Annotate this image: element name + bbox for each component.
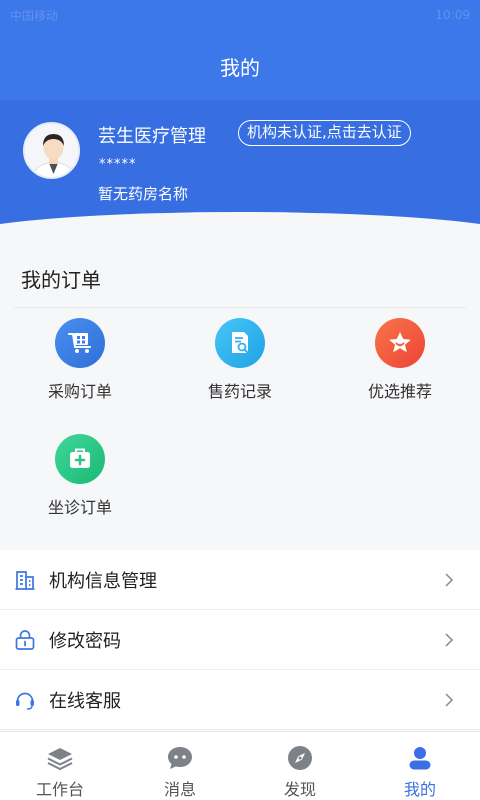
order-purchase[interactable]: 采购订单 xyxy=(20,318,140,402)
settings-menu: 机构信息管理 修改密码 在线客服 xyxy=(0,550,480,730)
chat-icon xyxy=(166,744,194,772)
header: 中国移动 10:09 我的 xyxy=(0,0,480,226)
order-recommend[interactable]: 优选推荐 xyxy=(340,318,460,402)
layers-icon xyxy=(46,744,74,772)
tab-label: 工作台 xyxy=(35,780,84,799)
chevron-right-icon xyxy=(445,573,454,587)
lock-icon xyxy=(14,629,36,651)
status-bar: 中国移动 10:09 xyxy=(0,0,480,30)
tab-discover[interactable]: 发现 xyxy=(240,732,360,800)
order-sales-record[interactable]: 售药记录 xyxy=(180,318,300,402)
menu-org-info[interactable]: 机构信息管理 xyxy=(0,550,480,610)
cart-icon xyxy=(55,318,105,368)
masked-account: ***** xyxy=(99,157,137,172)
chevron-right-icon xyxy=(445,693,454,707)
status-time: 10:09 xyxy=(435,8,470,22)
order-label: 坐诊订单 xyxy=(47,498,112,517)
menu-change-password[interactable]: 修改密码 xyxy=(0,610,480,670)
avatar[interactable] xyxy=(23,122,80,179)
tab-mine[interactable]: 我的 xyxy=(360,732,480,800)
pharmacy-name: 暂无药房名称 xyxy=(98,185,189,203)
org-name: 芸生医疗管理 xyxy=(98,126,206,147)
menu-label: 机构信息管理 xyxy=(49,570,157,592)
document-search-icon xyxy=(215,318,265,368)
tab-label: 我的 xyxy=(403,780,436,799)
orders-divider xyxy=(14,307,466,308)
user-icon xyxy=(406,744,434,772)
status-carrier: 中国移动 xyxy=(10,8,59,23)
menu-label: 在线客服 xyxy=(49,690,121,712)
star-icon xyxy=(375,318,425,368)
order-label: 优选推荐 xyxy=(367,382,432,401)
medical-kit-icon xyxy=(55,434,105,484)
order-label: 售药记录 xyxy=(207,382,272,401)
tab-messages[interactable]: 消息 xyxy=(120,732,240,800)
tab-workbench[interactable]: 工作台 xyxy=(0,732,120,800)
compass-icon xyxy=(286,744,314,772)
order-label: 采购订单 xyxy=(47,382,112,401)
tab-label: 发现 xyxy=(283,780,316,799)
tab-bar: 工作台 消息 发现 我的 xyxy=(0,731,480,800)
headset-icon xyxy=(14,689,36,711)
order-clinic[interactable]: 坐诊订单 xyxy=(20,434,140,518)
tab-label: 消息 xyxy=(163,780,196,799)
page-title: 我的 xyxy=(220,56,260,80)
chevron-right-icon xyxy=(445,633,454,647)
certification-badge[interactable]: 机构未认证,点击去认证 xyxy=(238,120,411,146)
building-icon xyxy=(14,569,36,591)
orders-section: 我的订单 采购订单 售药记录 优选推荐 坐诊订单 xyxy=(0,248,480,544)
menu-online-service[interactable]: 在线客服 xyxy=(0,670,480,730)
orders-title: 我的订单 xyxy=(21,268,101,292)
menu-label: 修改密码 xyxy=(49,630,121,652)
